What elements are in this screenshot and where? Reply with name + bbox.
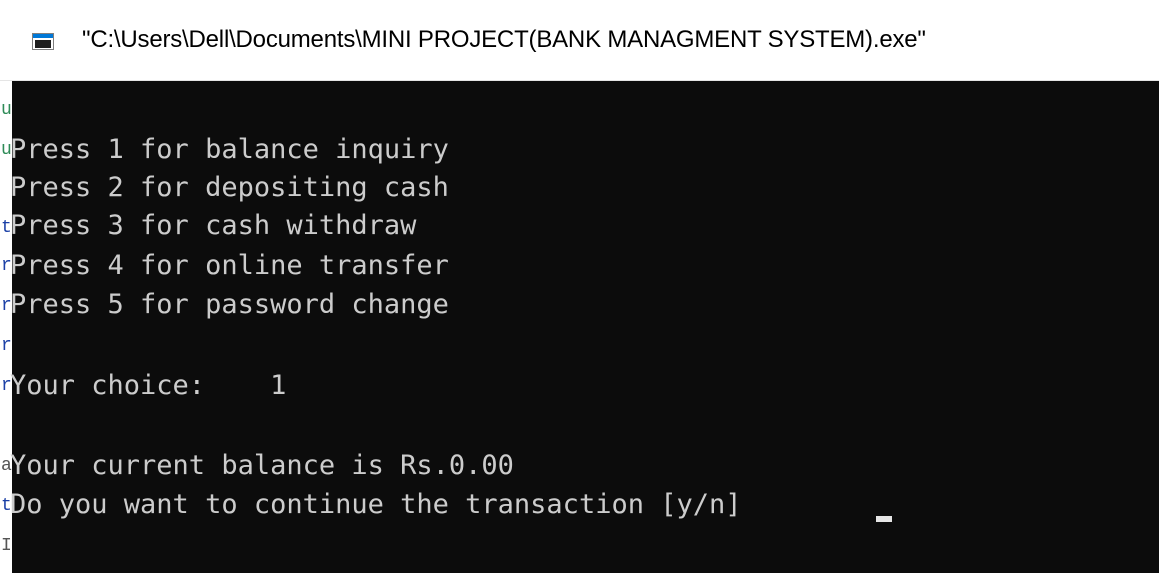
console-output: Press 1 for balance inquiry Press 2 for … — [10, 130, 1159, 520]
menu-option-password-change: Press 5 for password change — [10, 289, 449, 320]
editor-glyph: I — [1, 536, 12, 556]
menu-option-cash-withdraw: Press 3 for cash withdraw — [10, 210, 417, 241]
window-title: "C:\Users\Dell\Documents\MINI PROJECT(BA… — [82, 26, 926, 53]
continue-prompt: Do you want to continue the transaction … — [10, 489, 742, 520]
choice-prompt: Your choice: 1 — [10, 370, 287, 401]
text-cursor[interactable] — [876, 516, 892, 522]
editor-glyph: u — [1, 100, 12, 120]
title-bar[interactable]: "C:\Users\Dell\Documents\MINI PROJECT(BA… — [0, 0, 1159, 81]
menu-option-balance-inquiry: Press 1 for balance inquiry — [10, 134, 449, 165]
console-app-icon[interactable] — [32, 33, 54, 50]
menu-option-depositing-cash: Press 2 for depositing cash — [10, 172, 449, 203]
menu-option-online-transfer: Press 4 for online transfer — [10, 250, 449, 281]
balance-output: Your current balance is Rs.0.00 — [10, 450, 514, 481]
console-window[interactable]: C u u u t r r r r a t I "C:\Users\Dell\D… — [0, 0, 1159, 573]
